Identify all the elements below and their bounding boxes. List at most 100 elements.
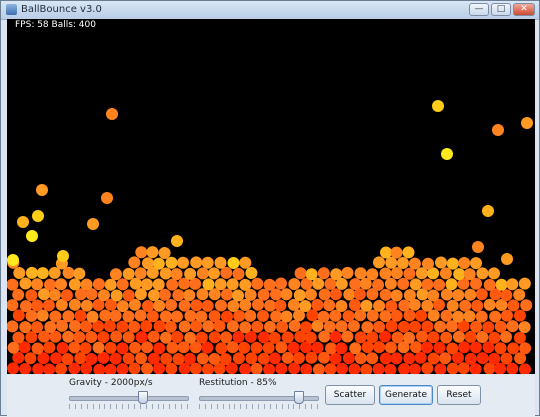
ball <box>122 310 135 323</box>
maximize-icon[interactable]: □ <box>491 3 511 16</box>
ball <box>177 256 189 269</box>
ball <box>142 257 154 270</box>
app-icon <box>6 4 17 15</box>
ball <box>341 330 354 343</box>
gravity-slider-thumb[interactable] <box>138 391 149 404</box>
ball <box>86 310 99 323</box>
ball <box>158 247 171 259</box>
ball <box>275 362 288 374</box>
ball <box>227 257 240 269</box>
ball <box>521 117 533 129</box>
ball <box>506 362 519 374</box>
generate-button[interactable]: Generate <box>379 385 433 405</box>
ball <box>323 320 336 333</box>
ball <box>239 363 252 374</box>
ball <box>379 267 392 280</box>
ball <box>134 309 147 322</box>
ball <box>432 100 444 112</box>
ball <box>183 289 196 302</box>
ball <box>280 310 293 323</box>
reset-button[interactable]: Reset <box>437 385 481 405</box>
ball <box>464 352 477 365</box>
ball <box>122 352 135 365</box>
ball <box>56 342 69 354</box>
ball <box>470 320 483 333</box>
ball <box>12 331 25 344</box>
ball <box>398 363 411 374</box>
ball <box>311 298 324 311</box>
ball <box>31 278 44 291</box>
ball <box>48 266 61 279</box>
ball <box>257 352 270 365</box>
ball <box>73 267 86 280</box>
ball <box>520 299 533 312</box>
ball <box>415 309 427 322</box>
ball <box>25 266 38 279</box>
ball <box>488 331 501 344</box>
ball <box>110 289 123 302</box>
restitution-slider-group: Restitution - 85% <box>197 377 319 413</box>
scatter-button[interactable]: Scatter <box>325 385 375 405</box>
ball <box>85 331 98 343</box>
ball <box>489 310 502 323</box>
ball <box>506 320 519 333</box>
ball <box>264 299 277 312</box>
ball <box>318 288 331 301</box>
gravity-track[interactable] <box>69 396 189 401</box>
ball <box>366 352 379 365</box>
ball <box>202 278 215 291</box>
ball <box>299 300 312 312</box>
ball <box>196 352 209 365</box>
ball <box>232 289 244 302</box>
ball <box>268 352 281 365</box>
close-icon[interactable]: ✕ <box>513 3 535 16</box>
ball <box>434 320 447 333</box>
ball <box>311 341 324 354</box>
ball <box>446 299 459 312</box>
ball <box>80 278 93 291</box>
title-bar[interactable]: BallBounce v3.0 — □ ✕ <box>1 1 539 20</box>
ball <box>317 267 330 280</box>
ball <box>62 310 75 323</box>
ball <box>148 289 160 302</box>
ball <box>360 363 373 374</box>
ball <box>141 341 153 354</box>
ball <box>97 289 110 302</box>
ball <box>409 278 422 291</box>
ball <box>152 278 165 291</box>
ball <box>74 309 87 322</box>
ball <box>43 341 56 354</box>
ball <box>219 353 232 366</box>
ball <box>329 288 342 301</box>
gravity-slider-group: Gravity - 2000px/s <box>67 377 189 413</box>
ball <box>372 278 385 291</box>
minimize-icon[interactable]: — <box>469 3 489 16</box>
ball <box>220 331 233 344</box>
ball <box>135 352 148 365</box>
ball <box>12 288 25 301</box>
ball <box>464 288 477 301</box>
ball <box>292 352 305 364</box>
ball <box>475 288 488 301</box>
ball <box>85 353 98 365</box>
ball <box>61 353 74 365</box>
ball <box>201 256 214 269</box>
ball <box>373 320 386 333</box>
ball <box>202 320 215 333</box>
ball <box>342 352 355 365</box>
ball <box>433 278 446 291</box>
ball <box>445 278 458 291</box>
simulation-canvas[interactable]: FPS: 58 Balls: 400 <box>7 19 535 374</box>
ball <box>439 267 452 280</box>
ball <box>300 321 313 334</box>
ball <box>99 309 112 322</box>
ball <box>275 277 287 290</box>
ball <box>330 268 343 281</box>
ball <box>336 362 348 374</box>
ball <box>385 256 398 269</box>
ball <box>69 320 81 332</box>
ball <box>116 320 129 333</box>
ball <box>166 278 179 291</box>
ball <box>348 363 361 374</box>
restitution-slider-thumb[interactable] <box>294 391 305 404</box>
